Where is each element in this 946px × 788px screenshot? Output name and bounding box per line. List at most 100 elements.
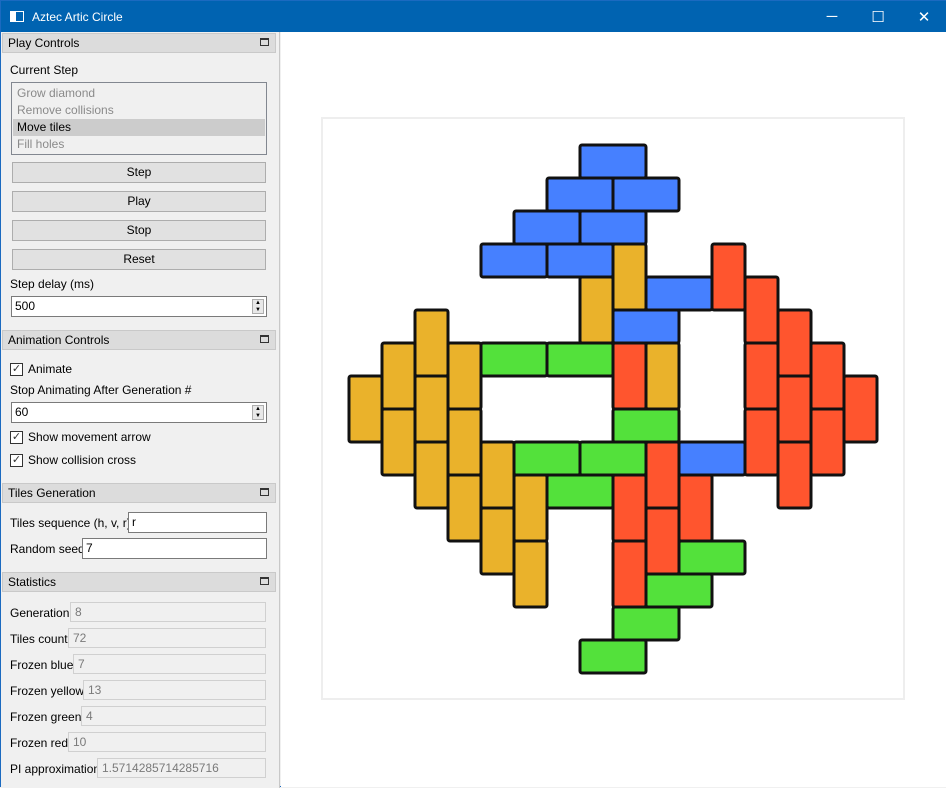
generation-field: 8 xyxy=(70,602,266,622)
yellow-domino xyxy=(446,407,483,477)
yellow-domino xyxy=(512,539,549,609)
green-domino xyxy=(611,407,681,444)
check-icon: ✓ xyxy=(10,430,23,444)
green-domino xyxy=(479,341,549,378)
blue-domino xyxy=(479,242,549,279)
float-icon[interactable] xyxy=(260,38,269,46)
yellow-domino xyxy=(611,242,648,312)
spin-arrows-icon[interactable]: ▲ ▼ xyxy=(252,405,264,420)
yellow-domino xyxy=(479,506,516,576)
red-domino xyxy=(743,407,780,477)
seed-input[interactable]: 7 xyxy=(82,538,267,559)
yellow-domino xyxy=(347,374,384,444)
pi-label: PI approximation xyxy=(10,762,101,776)
reset-button[interactable]: Reset xyxy=(12,249,266,270)
close-button[interactable]: ✕ xyxy=(901,1,946,32)
blue-domino xyxy=(545,242,615,279)
pi-field: 1.5714285714285716 xyxy=(97,758,266,778)
control-panel: Play Controls Current Step Grow diamond … xyxy=(1,32,280,788)
red-domino xyxy=(644,440,681,510)
animation-controls-header: Animation Controls xyxy=(2,330,276,350)
stop-after-spinbox[interactable]: 60 ▲ ▼ xyxy=(11,402,267,423)
red-domino xyxy=(710,242,747,312)
yellow-domino xyxy=(380,341,417,411)
yellow-domino xyxy=(413,440,450,510)
red-domino xyxy=(644,506,681,576)
frozen-red-label: Frozen red xyxy=(10,736,69,750)
statistics-header: Statistics xyxy=(2,572,276,592)
blue-domino xyxy=(611,176,681,213)
green-domino xyxy=(578,440,648,477)
frozen-yellow-field: 13 xyxy=(83,680,266,700)
sequence-label: Tiles sequence (h, v, r) xyxy=(10,516,131,530)
tiles-count-label: Tiles count xyxy=(10,632,68,646)
yellow-domino xyxy=(578,275,615,345)
tiles-count-field: 72 xyxy=(68,628,266,648)
play-button[interactable]: Play xyxy=(12,191,266,212)
float-icon[interactable] xyxy=(260,335,269,343)
check-icon: ✓ xyxy=(10,362,23,376)
yellow-domino xyxy=(380,407,417,477)
float-icon[interactable] xyxy=(260,488,269,496)
stop-after-value: 60 xyxy=(15,405,29,419)
red-domino xyxy=(776,308,813,378)
spin-arrows-icon[interactable]: ▲ ▼ xyxy=(252,299,264,314)
yellow-domino xyxy=(644,341,681,411)
current-step-list[interactable]: Grow diamond Remove collisions Move tile… xyxy=(11,82,267,155)
step-item[interactable]: Remove collisions xyxy=(13,102,265,119)
step-delay-spinbox[interactable]: 500 ▲ ▼ xyxy=(11,296,267,317)
green-domino xyxy=(578,638,648,675)
red-domino xyxy=(842,374,879,444)
yellow-domino xyxy=(512,473,549,543)
green-domino xyxy=(512,440,582,477)
frozen-yellow-label: Frozen yellow xyxy=(10,684,85,698)
blue-domino xyxy=(611,308,681,345)
sequence-input[interactable]: r xyxy=(128,512,267,533)
red-domino xyxy=(611,341,648,411)
tiling-board xyxy=(347,143,879,675)
red-domino xyxy=(677,473,714,543)
red-domino xyxy=(809,407,846,477)
yellow-domino xyxy=(479,440,516,510)
checkbox-label: Show movement arrow xyxy=(28,430,151,444)
step-item[interactable]: Grow diamond xyxy=(13,85,265,102)
frozen-red-field: 10 xyxy=(68,732,266,752)
blue-domino xyxy=(545,176,615,213)
blue-domino xyxy=(578,209,648,246)
show-arrow-checkbox[interactable]: ✓ Show movement arrow xyxy=(10,430,151,444)
play-controls-header: Play Controls xyxy=(2,33,276,53)
blue-domino xyxy=(578,143,648,180)
yellow-domino xyxy=(446,473,483,543)
green-domino xyxy=(611,605,681,642)
step-delay-label: Step delay (ms) xyxy=(10,277,95,291)
green-domino xyxy=(545,341,615,378)
maximize-button[interactable]: ☐ xyxy=(855,1,901,32)
red-domino xyxy=(776,440,813,510)
step-item[interactable]: Fill holes xyxy=(13,136,265,153)
section-title: Animation Controls xyxy=(8,333,110,347)
step-item[interactable]: Move tiles xyxy=(13,119,265,136)
red-domino xyxy=(776,374,813,444)
step-delay-value: 500 xyxy=(15,299,36,313)
section-title: Statistics xyxy=(8,575,57,589)
check-icon: ✓ xyxy=(10,453,23,467)
blue-domino xyxy=(677,440,747,477)
float-icon[interactable] xyxy=(260,577,269,585)
animate-checkbox[interactable]: ✓ Animate xyxy=(10,362,72,376)
step-button[interactable]: Step xyxy=(12,162,266,183)
stop-button[interactable]: Stop xyxy=(12,220,266,241)
minimize-button[interactable]: ─ xyxy=(809,1,855,32)
diamond-view[interactable] xyxy=(281,32,946,787)
generation-label: Generation xyxy=(10,606,70,620)
section-title: Play Controls xyxy=(8,36,80,50)
yellow-domino xyxy=(413,374,450,444)
frozen-green-label: Frozen green xyxy=(10,710,82,724)
green-domino xyxy=(644,572,714,609)
show-cross-checkbox[interactable]: ✓ Show collision cross xyxy=(10,453,136,467)
tiles-generation-header: Tiles Generation xyxy=(2,483,276,503)
window-title: Aztec Artic Circle xyxy=(32,9,123,24)
checkbox-label: Show collision cross xyxy=(28,453,137,467)
green-domino xyxy=(545,473,615,510)
red-domino xyxy=(611,539,648,609)
blue-domino xyxy=(512,209,582,246)
